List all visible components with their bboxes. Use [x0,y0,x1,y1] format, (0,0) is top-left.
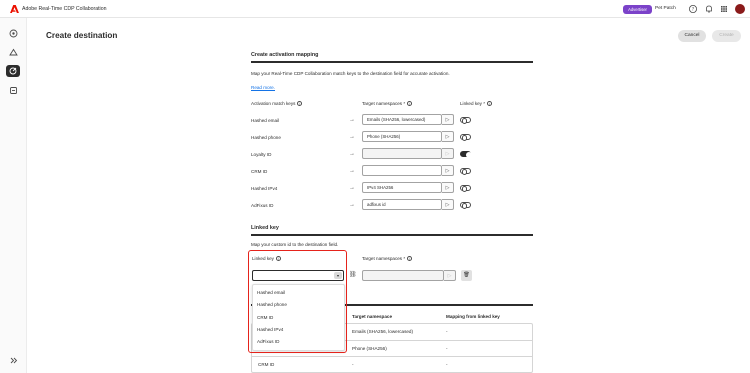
col-header-linked-label: Linked key [460,101,482,106]
linked-key-toggle[interactable] [460,168,471,176]
table-cell-target: Phone (SHA256) [352,346,387,351]
info-icon[interactable]: i [487,101,493,107]
link-icon: ⛓ [349,272,357,278]
row-label: AdFixus ID [251,203,274,208]
trash-icon[interactable]: 🗑 [461,270,472,281]
role-badge[interactable]: Advertiser [623,4,652,14]
linked-key-toggle[interactable] [460,151,472,159]
table-cell-target: - [352,362,354,367]
send-icon[interactable]: ▷ [442,199,454,210]
row-label: Loyalty ID [251,152,272,157]
send-icon: ▷ [444,270,456,281]
adobe-logo-icon [10,5,19,13]
table-cell-key: CRM ID [258,362,275,367]
target-namespace-field[interactable]: Emails (SHA256, lowercased) [362,114,442,125]
mapping-section-title: Create activation mapping [251,52,319,58]
linked-target-label-text: Target namespaces [362,256,403,261]
linked-section-title: Linked key [251,225,279,231]
arrow-right-icon: → [349,151,355,157]
linked-key-toggle[interactable] [460,134,471,142]
table-header-target: Target namespace [352,314,392,319]
table-header-mapping: Mapping from linked key [446,314,500,319]
table-cell-mapping: - [446,346,448,351]
left-rail [0,18,27,373]
row-label: Hashed phone [251,135,281,140]
target-namespace-field[interactable] [362,148,442,159]
send-icon[interactable]: ▷ [442,114,454,125]
linked-key-toggle[interactable] [460,185,471,193]
cancel-button[interactable]: Cancel [678,30,706,42]
table-row-divider [251,356,533,357]
svg-text:?: ? [692,7,695,13]
target-namespace-field[interactable]: IPv4 SHA256 [362,182,442,193]
avatar[interactable] [735,4,745,14]
col-header-match-keys-label: Activation match keys [251,101,296,106]
info-icon[interactable]: i [297,101,303,107]
col-header-target-label: Target namespaces [362,101,403,106]
table-cell-mapping: - [446,362,448,367]
linked-target-field[interactable] [362,270,444,281]
row-label: Hashed email [251,118,280,123]
info-icon[interactable]: i [407,256,413,262]
send-icon: ▷ [442,148,454,159]
mapping-description: Map your Real-Time CDP Collaboration mat… [251,71,450,76]
home-icon[interactable] [8,28,19,39]
help-icon[interactable]: ? [688,4,698,14]
destinations-icon [9,67,17,75]
highlight-frame [248,250,347,353]
destinations-nav-item[interactable] [6,65,20,77]
col-header-target: Target namespaces * i [362,101,413,107]
send-icon[interactable]: ▷ [442,182,454,193]
send-icon[interactable]: ▷ [442,131,454,142]
send-icon[interactable]: ▷ [442,165,454,176]
app-title: Adobe Real-Time CDP Collaboration [22,5,107,12]
arrow-right-icon: → [349,202,355,208]
linked-target-label: Target namespaces * i [362,256,413,262]
linked-key-toggle[interactable] [460,202,471,210]
create-button[interactable]: Create [712,30,741,42]
arrow-right-icon: → [349,117,355,123]
page-title: Create destination [46,31,118,40]
settings-icon[interactable] [8,85,19,96]
expand-icon[interactable] [8,355,19,366]
linked-description: Map your custom id to the destination fi… [251,242,339,247]
top-bar: Adobe Real-Time CDP Collaboration Advert… [0,0,750,18]
arrow-right-icon: → [349,185,355,191]
row-label: Hashed IPv4 [251,186,278,191]
table-cell-mapping: - [446,329,448,334]
mapping-section-divider [251,61,533,63]
apps-grid-icon[interactable] [719,4,729,14]
linked-section-divider [251,234,533,236]
linked-key-toggle[interactable] [460,117,471,125]
col-header-linked: Linked key * i [460,101,493,107]
audiences-icon[interactable] [8,47,19,58]
arrow-right-icon: → [349,134,355,140]
arrow-right-icon: → [349,168,355,174]
info-icon[interactable]: i [407,101,413,107]
table-cell-target: Emails (SHA256, lowercased) [352,329,414,334]
target-namespace-field[interactable]: Phone (SHA256) [362,131,442,142]
bell-icon[interactable] [704,4,714,14]
org-name[interactable]: Pet Patch [655,6,676,11]
row-label: CRM ID [251,169,268,174]
target-namespace-field[interactable]: adfixus id [362,199,442,210]
target-namespace-field[interactable] [362,165,442,176]
col-header-match-keys: Activation match keys i [251,101,303,107]
read-more-link[interactable]: Read more. [251,85,275,90]
